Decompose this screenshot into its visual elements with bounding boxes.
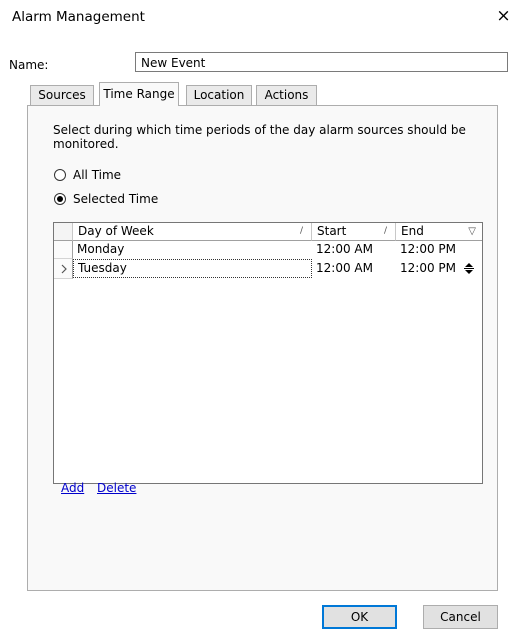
delete-link[interactable]: Delete — [97, 481, 136, 495]
tab-time-range[interactable]: Time Range — [99, 82, 179, 106]
ok-button[interactable]: OK — [322, 605, 397, 629]
close-icon[interactable]: × — [495, 5, 512, 27]
column-header-end-label: End — [401, 224, 424, 238]
column-header-start[interactable]: Start / — [312, 223, 396, 241]
table-row-cell[interactable]: 12:00 AM — [312, 260, 396, 278]
column-header-day-label: Day of Week — [78, 224, 154, 238]
selected-time-label: Selected Time — [73, 192, 159, 206]
table-row-cell[interactable]: Monday — [73, 241, 312, 259]
radio-checked-icon[interactable] — [54, 193, 66, 205]
name-label: Name: — [9, 58, 49, 72]
table-row-cell-focused[interactable]: Tuesday — [73, 259, 312, 278]
grid-corner — [54, 223, 73, 241]
tab-location[interactable]: Location — [186, 85, 252, 105]
all-time-option[interactable]: All Time — [54, 168, 121, 182]
add-link[interactable]: Add — [61, 481, 84, 495]
time-periods-grid[interactable]: Day of Week / Start / End ▽ Monday 12:00… — [53, 222, 483, 484]
spinner-updown-icon[interactable] — [462, 261, 476, 276]
tab-actions[interactable]: Actions — [256, 85, 317, 105]
sort-icon: / — [383, 226, 387, 236]
filter-icon: ▽ — [468, 226, 476, 237]
column-header-start-label: Start — [317, 224, 347, 238]
table-row-cell[interactable]: 12:00 PM — [396, 241, 482, 259]
sort-icon: / — [299, 226, 303, 236]
table-row-cell[interactable]: 12:00 PM — [396, 260, 462, 278]
name-field[interactable] — [135, 52, 508, 72]
all-time-label: All Time — [73, 168, 122, 182]
tab-sources[interactable]: Sources — [30, 85, 94, 105]
current-row-arrow-icon — [61, 264, 67, 274]
row-selector[interactable] — [54, 241, 73, 259]
column-header-end[interactable]: End ▽ — [396, 223, 482, 241]
time-spinner[interactable] — [462, 261, 476, 276]
table-row-cell[interactable]: 12:00 AM — [312, 241, 396, 259]
radio-unchecked-icon[interactable] — [54, 169, 66, 181]
window-title: Alarm Management — [12, 9, 145, 25]
cancel-button[interactable]: Cancel — [423, 605, 498, 629]
selected-time-option[interactable]: Selected Time — [54, 192, 158, 206]
column-header-day-of-week[interactable]: Day of Week / — [73, 223, 312, 241]
row-selector-current[interactable] — [54, 259, 73, 279]
instructions-text: Select during which time periods of the … — [53, 123, 466, 151]
